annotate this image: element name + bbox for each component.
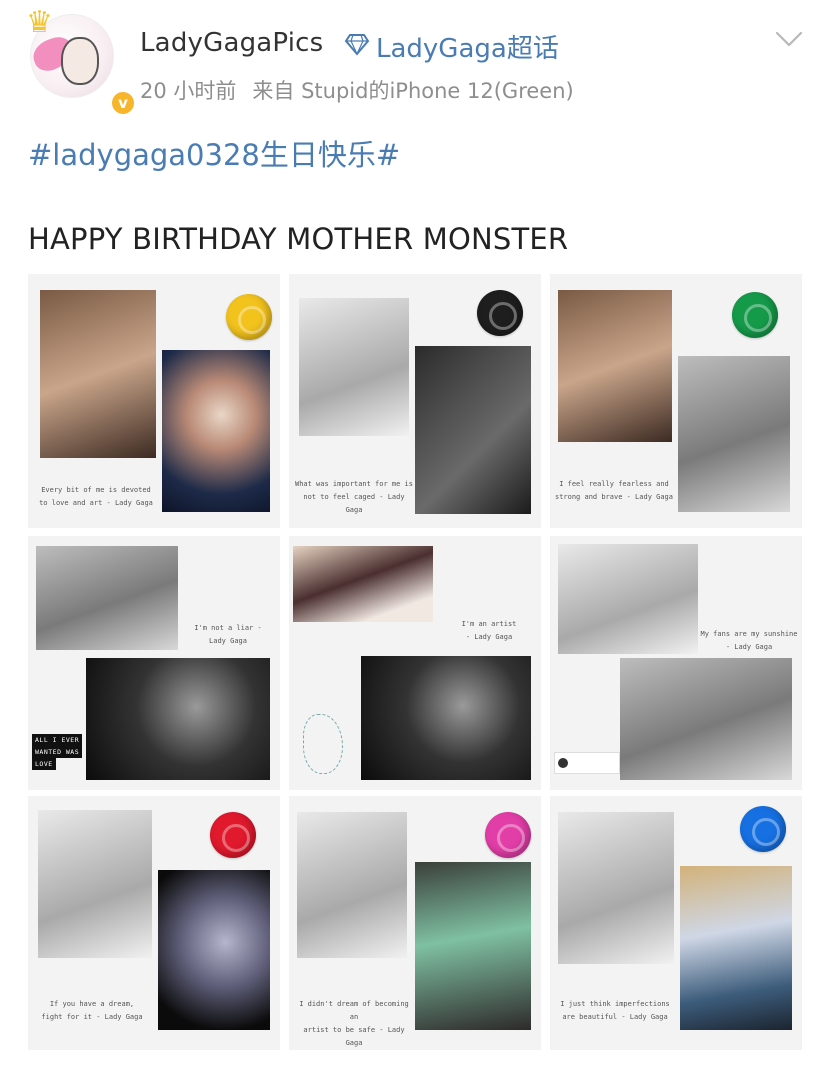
grid-image-9[interactable]: I just think imperfections are beautiful… [550,796,802,1050]
superbowl-photo [158,870,270,1030]
tweet-card [554,752,620,774]
sunglasses-photo [620,658,792,780]
wax-seal-pink-icon [485,812,531,858]
ribbon-label-2: WANTED WAS [32,746,83,758]
grid-image-3[interactable]: I feel really fearless and strong and br… [550,274,802,528]
ribbon-label-3: LOVE [32,758,56,770]
venice-photo [680,866,792,1030]
hashtag-link[interactable]: #ladygaga0328生日快乐# [28,132,400,174]
chevron-down-icon[interactable] [774,28,804,50]
tile-quote: What was important for me is not to feel… [294,480,413,514]
grid-image-1[interactable]: Every bit of me is devoted to love and a… [28,274,280,528]
lounging-photo [86,658,270,780]
stage-photo [162,350,270,512]
ribbon-label-1: ALL I EVER [32,734,83,746]
avatar[interactable]: ♛ v [24,5,136,116]
leather-photo [558,290,672,442]
tile-quote: My fans are my sunshine - Lady Gaga [700,630,798,651]
wax-seal-red-icon [210,812,256,858]
post-time: 20 小时前 [140,79,237,103]
grid-image-8[interactable]: I didn't dream of becoming an artist to … [289,796,541,1050]
portrait-photo [299,298,409,436]
post-source: 来自 Stupid的iPhone 12(Green) [252,79,574,103]
tile-quote: I'm an artist - Lady Gaga [461,620,517,641]
post-header: ♛ v LadyGagaPics LadyGaga超话 20 小时前 来自 Stu… [0,0,828,120]
closeup-photo [558,544,698,654]
tile-quote: If you have a dream, fight for it - Lady… [41,1000,143,1021]
avatar-face-drawing [61,37,99,85]
grid-image-6[interactable]: My fans are my sunshine - Lady Gaga [550,536,802,790]
username-link[interactable]: LadyGagaPics [140,28,323,58]
piano-photo [38,810,152,958]
hat-photo [415,346,531,514]
grid-image-7[interactable]: If you have a dream, fight for it - Lady… [28,796,280,1050]
post-meta: 20 小时前 来自 Stupid的iPhone 12(Green) [140,75,590,105]
crown-icon: ♛ [26,5,53,40]
couch-photo [36,546,178,650]
childhood-photo [40,290,156,458]
school-photo [297,812,407,958]
post-text: HAPPY BIRTHDAY MOTHER MONSTER [28,222,569,256]
tile-quote: I just think imperfections are beautiful… [560,1000,670,1021]
supertopic-link[interactable]: LadyGaga超话 [376,28,559,65]
smoking-photo [678,356,790,512]
wax-seal-blue-icon [740,806,786,852]
tile-quote: I feel really fearless and strong and br… [554,480,673,501]
tile-quote: Every bit of me is devoted to love and a… [39,486,153,507]
grid-image-5[interactable]: I'm an artist - Lady Gaga [289,536,541,790]
chromatica-photo [415,862,531,1030]
diamond-icon [344,34,370,56]
tile-quote: I didn't dream of becoming an artist to … [299,1000,409,1047]
wax-seal-green-icon [732,292,778,338]
mask-photo [361,656,531,780]
wax-seal-black-icon [477,290,523,336]
bed-photo [293,546,433,622]
image-grid: Every bit of me is devoted to love and a… [28,274,802,1050]
wax-seal-yellow-icon [226,294,272,340]
grid-image-4[interactable]: I'm not a liar - Lady Gaga ALL I EVER WA… [28,536,280,790]
tile-quote: I'm not a liar - Lady Gaga [194,624,262,645]
verified-badge-icon: v [110,90,136,116]
tattoo-sketch-drawing [303,714,343,774]
communion-photo [558,812,674,964]
grid-image-2[interactable]: What was important for me is not to feel… [289,274,541,528]
